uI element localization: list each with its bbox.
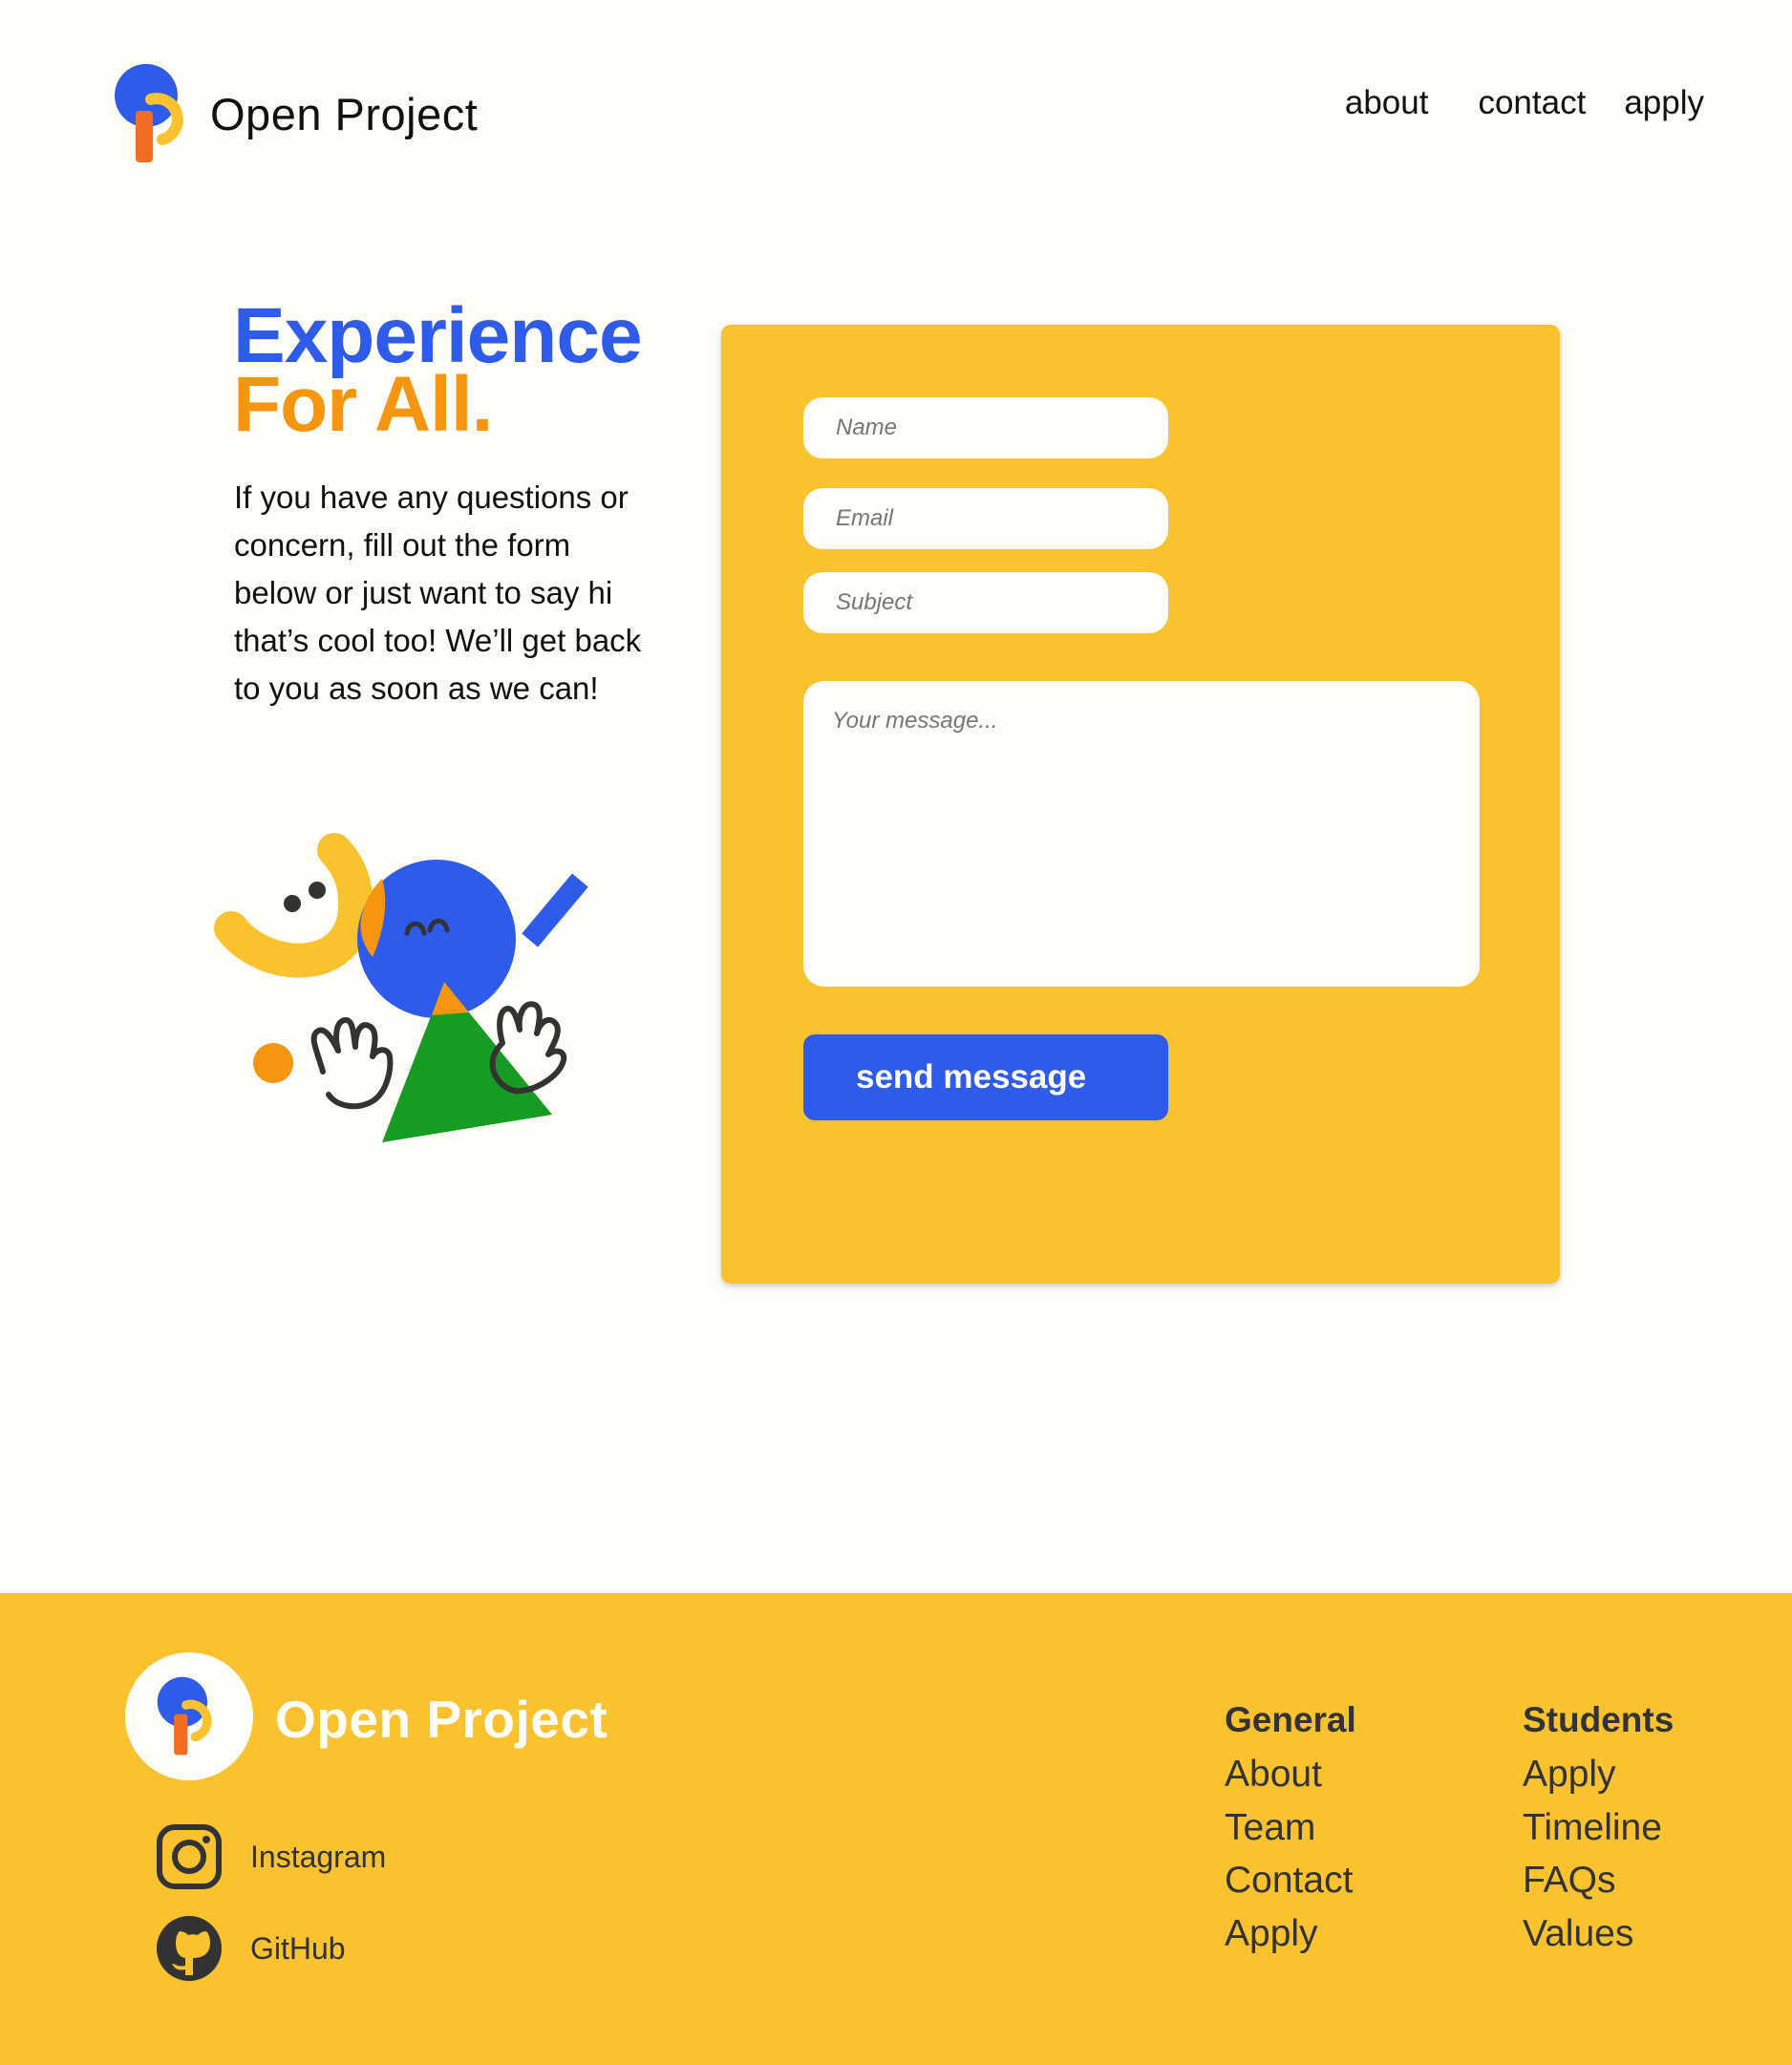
footer-link-timeline[interactable]: Timeline [1523,1801,1674,1855]
message-textarea[interactable] [803,681,1480,987]
left-hand [310,1017,394,1110]
footer-link-about[interactable]: About [1225,1748,1356,1801]
github-label: GitHub [250,1930,346,1966]
footer-link-team[interactable]: Team [1225,1801,1356,1855]
playful-shapes-illustration [214,833,588,1142]
instagram-icon [157,1824,222,1889]
open-project-logo-icon [157,1676,212,1756]
header-logo[interactable]: Open Project [113,63,478,164]
footer-link-values[interactable]: Values [1523,1907,1674,1961]
intro-text: If you have any questions or concern, fi… [234,479,642,706]
headline-line-2: For All. [233,361,493,448]
contact-form: send message [721,325,1560,1284]
crescent-eye-right [309,882,326,899]
orange-dot [253,1043,293,1083]
footer-link-faqs[interactable]: FAQs [1523,1854,1674,1907]
name-input[interactable] [803,397,1168,458]
nav-contact[interactable]: contact [1478,84,1586,122]
main-nav: about contact apply [1345,84,1704,122]
subject-input[interactable] [803,572,1168,633]
footer-students-title: Students [1523,1700,1675,1739]
footer-link-contact[interactable]: Contact [1225,1854,1356,1907]
github-icon [157,1916,222,1981]
footer: Open Project Instagram GitHub General Ab… [0,1593,1792,2065]
footer-general-column: General About Team Contact Apply [1225,1700,1356,1960]
open-project-logo-icon [115,64,183,162]
footer-brand-name: Open Project [275,1690,608,1749]
github-link[interactable]: GitHub [155,1914,346,1983]
footer-students-column: Students Apply Timeline FAQs Values [1523,1700,1674,1960]
blue-bar [522,873,588,947]
email-input[interactable] [803,488,1168,549]
footer-logo[interactable] [125,1652,253,1780]
footer-link-apply[interactable]: Apply [1225,1907,1356,1961]
page-headline: Experience For All. [233,297,643,448]
nav-apply[interactable]: apply [1624,84,1704,122]
crescent-eye-left [284,895,301,912]
instagram-link[interactable]: Instagram [155,1822,386,1891]
footer-general-title: General [1225,1700,1356,1739]
instagram-label: Instagram [250,1839,387,1874]
brand-name: Open Project [210,88,479,139]
send-message-button[interactable]: send message [803,1034,1168,1120]
nav-about[interactable]: about [1345,84,1429,122]
footer-link-students-apply[interactable]: Apply [1523,1748,1674,1801]
